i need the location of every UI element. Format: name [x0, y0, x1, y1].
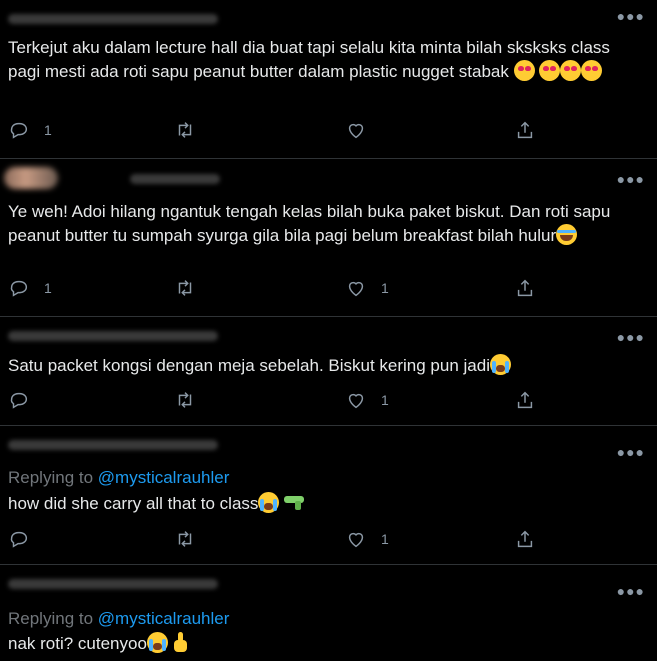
tweet-text: how did she carry all that to class — [8, 492, 643, 516]
replying-to: Replying to @mysticalrauhler — [8, 609, 229, 629]
retweet-icon — [178, 122, 192, 138]
retweet-icon — [178, 280, 192, 296]
more-icon[interactable]: ●●● — [617, 329, 645, 345]
redacted-username — [8, 331, 218, 341]
reply-count: 1 — [44, 280, 52, 296]
redacted-username — [8, 579, 218, 589]
retweet-button[interactable] — [174, 389, 210, 411]
share-icon — [517, 121, 533, 139]
redacted-username — [8, 440, 218, 450]
reply-button[interactable]: 1 — [8, 119, 52, 141]
like-button[interactable]: 1 — [345, 277, 389, 299]
heart-eyes-emoji — [513, 60, 535, 81]
like-count: 1 — [381, 280, 389, 296]
tweet-text: Ye weh! Adoi hilang ngantuk tengah kelas… — [8, 200, 643, 248]
loudly-crying-emoji — [489, 354, 511, 375]
tweet-text: Terkejut aku dalam lecture hall dia buat… — [8, 36, 643, 84]
tweet-text-content: Satu packet kongsi dengan meja sebelah. … — [8, 356, 490, 375]
like-icon — [348, 123, 364, 139]
retweet-icon — [178, 392, 192, 408]
tweet-2[interactable]: ●●● Ye weh! Adoi hilang ngantuk tengah k… — [0, 159, 657, 316]
loudly-crying-emoji — [258, 492, 280, 513]
reply-button[interactable] — [8, 389, 44, 411]
water-pistol-emoji — [284, 492, 306, 513]
pointing-up-emoji — [173, 632, 189, 653]
action-bar: 1 — [0, 119, 657, 143]
like-count: 1 — [381, 531, 389, 547]
replying-to-label: Replying to — [8, 468, 94, 487]
share-icon — [517, 279, 533, 297]
like-button[interactable] — [345, 119, 381, 141]
reply-icon — [10, 122, 28, 139]
tweet-text-content: nak roti? cutenyoo — [8, 634, 147, 653]
share-button[interactable] — [514, 277, 536, 299]
redacted-username — [8, 14, 218, 24]
reply-count: 1 — [44, 122, 52, 138]
redacted-username — [130, 174, 220, 184]
share-button[interactable] — [514, 389, 536, 411]
more-icon[interactable]: ●●● — [617, 8, 645, 24]
retweet-button[interactable] — [174, 528, 210, 550]
reply-icon — [10, 392, 28, 409]
replying-to-label: Replying to — [8, 609, 94, 628]
tweet-4[interactable]: ●●● Replying to @mysticalrauhler how did… — [0, 426, 657, 564]
action-bar: 1 — [0, 528, 657, 552]
more-icon[interactable]: ●●● — [617, 444, 645, 460]
heart-eyes-emoji — [539, 60, 561, 81]
more-icon[interactable]: ●●● — [617, 583, 645, 599]
tweet-1[interactable]: ●●● Terkejut aku dalam lecture hall dia … — [0, 0, 657, 158]
like-icon — [348, 532, 364, 548]
redacted-avatar — [4, 167, 58, 189]
reply-button[interactable]: 1 — [8, 277, 52, 299]
action-bar: 1 — [0, 389, 657, 413]
more-icon[interactable]: ●●● — [617, 171, 645, 187]
reply-icon — [10, 280, 28, 297]
mention-link[interactable]: @mysticalrauhler — [98, 468, 230, 487]
like-icon — [348, 281, 364, 297]
retweet-button[interactable] — [174, 119, 210, 141]
tweet-text: nak roti? cutenyoo — [8, 632, 643, 656]
like-button[interactable]: 1 — [345, 389, 389, 411]
tweet-3[interactable]: ●●● Satu packet kongsi dengan meja sebel… — [0, 317, 657, 425]
heart-eyes-emoji — [581, 60, 603, 81]
mention-link[interactable]: @mysticalrauhler — [98, 609, 230, 628]
tweet-text: Satu packet kongsi dengan meja sebelah. … — [8, 354, 643, 378]
action-bar: 1 1 — [0, 277, 657, 301]
like-icon — [348, 393, 364, 409]
loudly-crying-emoji — [146, 632, 168, 653]
reply-icon — [10, 531, 28, 548]
tweet-text-content: Ye weh! Adoi hilang ngantuk tengah kelas… — [8, 202, 611, 245]
reply-button[interactable] — [8, 528, 44, 550]
tweet-5[interactable]: ●●● Replying to @mysticalrauhler nak rot… — [0, 565, 657, 661]
retweet-button[interactable] — [174, 277, 210, 299]
like-count: 1 — [381, 392, 389, 408]
retweet-icon — [178, 531, 192, 547]
like-button[interactable]: 1 — [345, 528, 389, 550]
tears-of-joy-emoji — [556, 224, 578, 245]
share-button[interactable] — [514, 528, 536, 550]
share-icon — [517, 530, 533, 548]
tweet-text-content: how did she carry all that to class — [8, 494, 259, 513]
replying-to: Replying to @mysticalrauhler — [8, 468, 229, 488]
heart-eyes-emoji — [560, 60, 582, 81]
share-icon — [517, 391, 533, 409]
share-button[interactable] — [514, 119, 536, 141]
